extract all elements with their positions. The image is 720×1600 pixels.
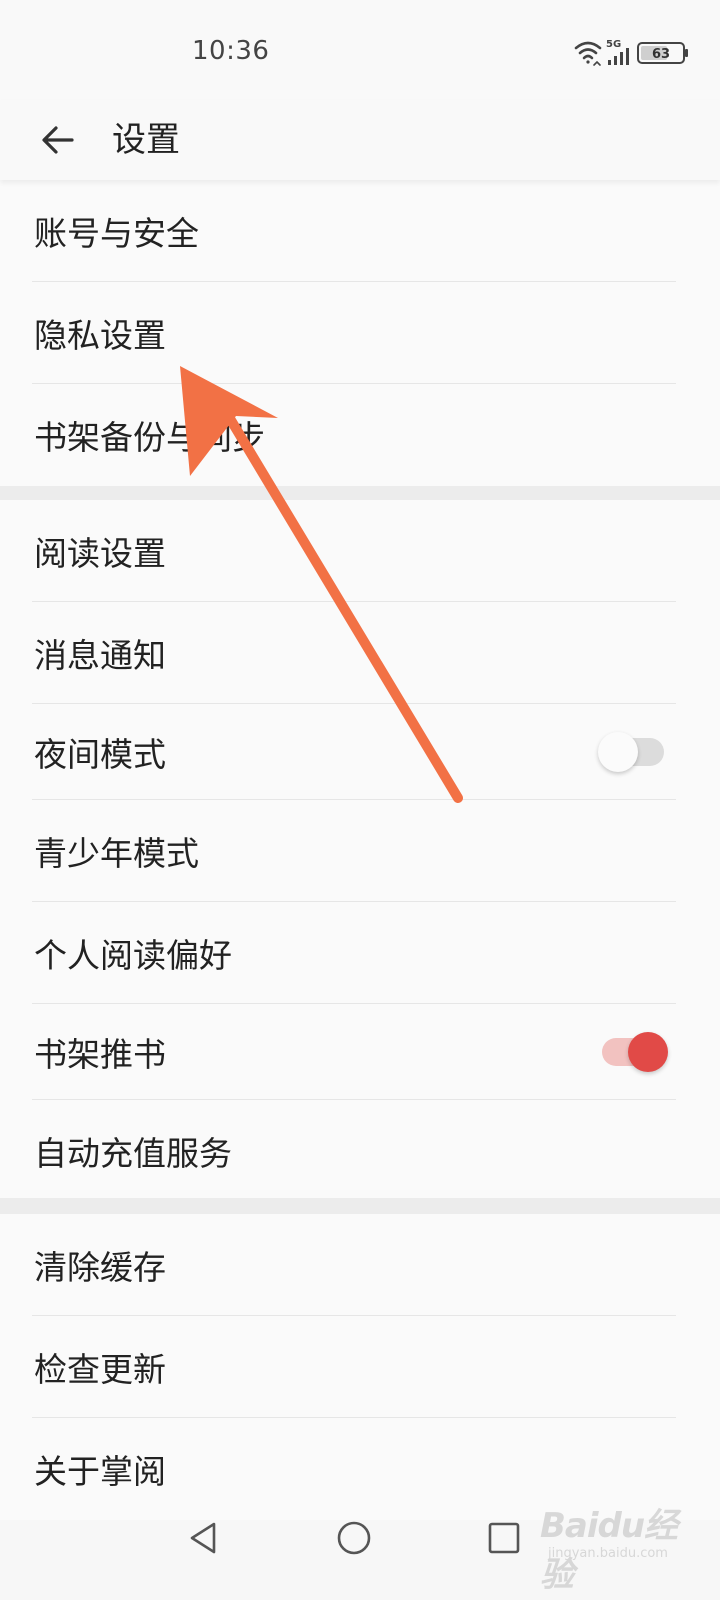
settings-item-label: 账号与安全	[34, 214, 199, 253]
square-recent-icon	[488, 1522, 520, 1554]
nav-back-button[interactable]	[178, 1512, 230, 1564]
settings-item-label: 书架推书	[34, 1035, 166, 1074]
settings-item-label: 检查更新	[34, 1350, 166, 1389]
settings-item-account-security[interactable]: 账号与安全	[0, 180, 720, 282]
page-title: 设置	[112, 120, 180, 160]
wifi-icon	[574, 41, 602, 66]
bookshelf-recommend-toggle[interactable]	[602, 1032, 668, 1072]
settings-item-teen-mode[interactable]: 青少年模式	[0, 800, 720, 902]
baidu-jingyan-watermark: Baidu经验 jingyan.baidu.com	[540, 1494, 710, 1595]
circle-home-icon	[337, 1521, 371, 1555]
toggle-thumb	[598, 732, 638, 772]
back-button[interactable]	[28, 110, 88, 170]
settings-item-label: 个人阅读偏好	[34, 936, 232, 975]
settings-item-label: 夜间模式	[34, 735, 166, 774]
settings-group-system: 清除缓存 检查更新 关于掌阅	[0, 1214, 720, 1520]
settings-item-privacy[interactable]: 隐私设置	[0, 282, 720, 384]
settings-item-label: 关于掌阅	[34, 1452, 166, 1491]
settings-item-bookshelf-recommend[interactable]: 书架推书	[0, 1004, 720, 1100]
title-bar: 设置	[0, 100, 720, 180]
status-time: 10:36	[192, 36, 270, 66]
status-icons: 5G 63	[574, 38, 692, 68]
settings-item-label: 消息通知	[34, 636, 166, 675]
settings-item-notifications[interactable]: 消息通知	[0, 602, 720, 704]
back-arrow-icon	[42, 126, 74, 154]
triangle-back-icon	[190, 1522, 216, 1554]
nav-recent-button[interactable]	[478, 1512, 530, 1564]
settings-item-reading-settings[interactable]: 阅读设置	[0, 500, 720, 602]
settings-group-reading: 阅读设置 消息通知 夜间模式 青少年模式 个人阅读偏好 书架推书 自动充值服务	[0, 500, 720, 1202]
section-gap	[0, 1198, 720, 1214]
battery-icon: 63	[637, 42, 688, 64]
settings-item-label: 青少年模式	[34, 834, 199, 873]
settings-item-label: 阅读设置	[34, 534, 166, 573]
signal-icon: 5G	[606, 39, 629, 65]
settings-item-label: 清除缓存	[34, 1248, 166, 1287]
settings-item-label: 隐私设置	[34, 316, 166, 355]
settings-item-night-mode[interactable]: 夜间模式	[0, 704, 720, 800]
settings-item-auto-recharge[interactable]: 自动充值服务	[0, 1100, 720, 1202]
watermark-url: jingyan.baidu.com	[548, 1546, 668, 1561]
status-bar: 10:36 5G 63	[0, 0, 720, 100]
nav-home-button[interactable]	[328, 1512, 380, 1564]
section-gap	[0, 486, 720, 500]
settings-group-account: 账号与安全 隐私设置 书架备份与同步	[0, 180, 720, 486]
battery-level: 63	[652, 47, 670, 62]
settings-item-bookshelf-backup[interactable]: 书架备份与同步	[0, 384, 720, 486]
settings-item-label: 书架备份与同步	[34, 418, 265, 457]
settings-item-label: 自动充值服务	[34, 1134, 232, 1173]
settings-item-check-update[interactable]: 检查更新	[0, 1316, 720, 1418]
settings-item-reading-preference[interactable]: 个人阅读偏好	[0, 902, 720, 1004]
settings-item-clear-cache[interactable]: 清除缓存	[0, 1214, 720, 1316]
network-type: 5G	[606, 39, 621, 50]
toggle-thumb	[628, 1032, 668, 1072]
night-mode-toggle[interactable]	[598, 732, 664, 772]
